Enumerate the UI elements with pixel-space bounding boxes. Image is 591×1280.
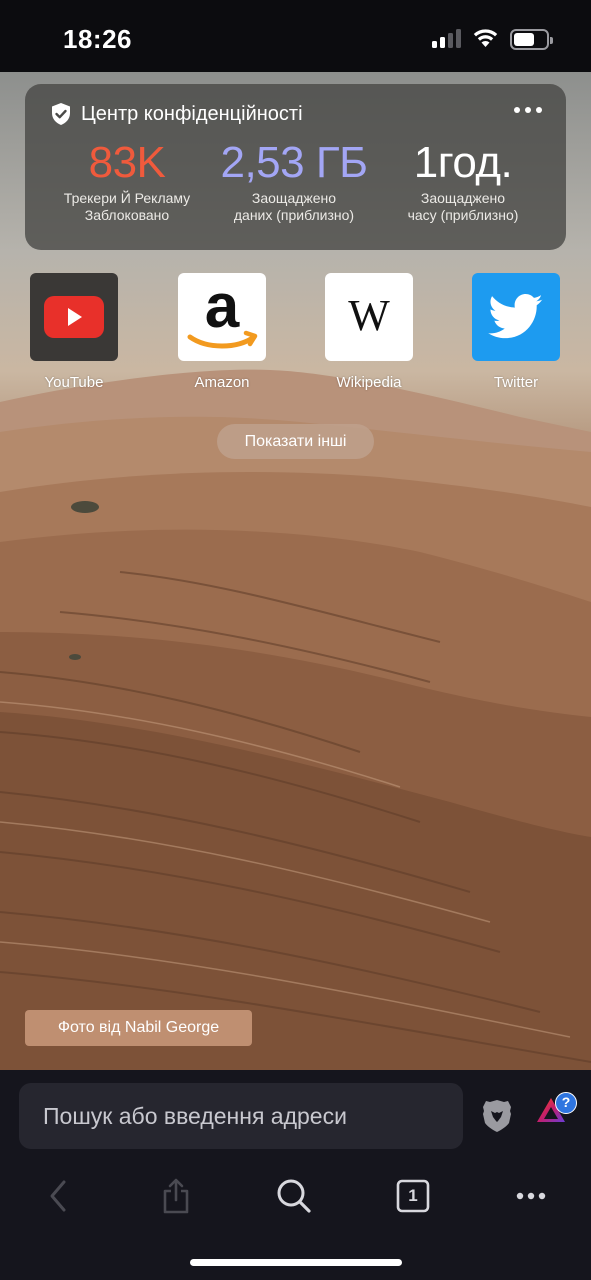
cellular-signal-icon: [432, 28, 462, 48]
back-button[interactable]: [38, 1176, 78, 1216]
tabs-count: 1: [408, 1186, 418, 1205]
stat-data-label-1: Заощаджено: [251, 190, 337, 206]
stat-trackers-blocked: 83K Трекери Й Рекламу Заблоковано: [42, 138, 212, 224]
twitter-icon: [472, 273, 560, 361]
stat-time-saved: 1год. Заощаджено часу (приблизно): [378, 138, 548, 224]
stat-trackers-label-1: Трекери Й Рекламу: [63, 190, 191, 206]
favorite-youtube[interactable]: YouTube: [30, 273, 118, 391]
status-bar: 18:26: [0, 0, 591, 72]
svg-text:a: a: [205, 277, 240, 341]
status-time: 18:26: [63, 24, 132, 54]
favorite-twitter-label: Twitter: [493, 374, 539, 391]
stat-trackers-value: 83K: [88, 138, 166, 187]
shield-check-icon: [52, 103, 70, 125]
favorite-youtube-label: YouTube: [44, 374, 104, 391]
amazon-icon: a: [178, 273, 266, 361]
chevron-left-icon: [50, 1180, 66, 1212]
battery-icon: [510, 29, 553, 50]
youtube-icon: [30, 273, 118, 361]
home-indicator: [190, 1259, 402, 1266]
bottom-bar: ? 1: [0, 1070, 591, 1280]
show-more-button[interactable]: Показати інші: [217, 424, 374, 459]
privacy-hub-title: Центр конфіденційності: [81, 102, 303, 125]
privacy-hub-more-icon[interactable]: [514, 104, 542, 116]
search-button[interactable]: [274, 1176, 314, 1216]
more-dots-icon: [516, 1192, 546, 1200]
stat-time-label-2: часу (приблизно): [407, 207, 519, 223]
privacy-hub-card[interactable]: Центр конфіденційності 83K Трекери Й Рек…: [25, 84, 566, 250]
share-icon: [163, 1178, 189, 1214]
rewards-notification-badge: ?: [555, 1092, 577, 1114]
stat-time-label-1: Заощаджено: [420, 190, 506, 206]
wifi-icon: [473, 29, 498, 47]
menu-button[interactable]: [511, 1176, 551, 1216]
favorite-wikipedia-label: Wikipedia: [336, 374, 402, 391]
search-icon: [277, 1179, 311, 1213]
stat-trackers-label-2: Заблоковано: [84, 207, 170, 223]
svg-text:W: W: [348, 292, 390, 340]
address-bar[interactable]: [19, 1083, 463, 1149]
search-input[interactable]: [43, 1100, 443, 1132]
favorite-wikipedia[interactable]: W Wikipedia: [325, 273, 413, 391]
share-button[interactable]: [156, 1176, 196, 1216]
stat-data-saved: 2,53 ГБ Заощаджено даних (приблизно): [209, 138, 379, 224]
stat-data-label-2: даних (приблизно): [233, 207, 355, 223]
favorite-amazon-label: Amazon: [194, 374, 250, 391]
photo-credit-button[interactable]: Фото від Nabil George: [25, 1010, 252, 1046]
brave-shields-icon[interactable]: [482, 1099, 512, 1133]
privacy-hub-header: Центр конфіденційності: [51, 102, 303, 126]
stat-time-value: 1год.: [413, 138, 513, 187]
favorite-twitter[interactable]: Twitter: [472, 273, 560, 391]
wikipedia-icon: W: [325, 273, 413, 361]
stat-data-value: 2,53 ГБ: [220, 138, 368, 187]
tabs-button[interactable]: 1: [393, 1176, 433, 1216]
favorite-amazon[interactable]: a Amazon: [178, 273, 266, 391]
